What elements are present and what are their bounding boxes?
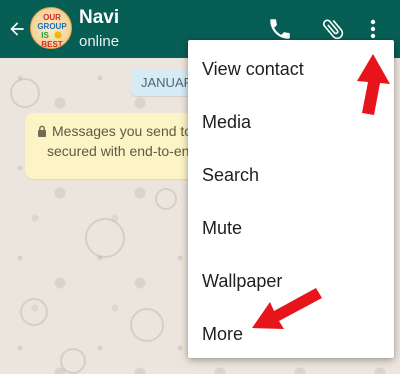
contact-name[interactable]: Navi — [79, 7, 119, 29]
avatar-text-is: IS — [41, 31, 49, 40]
contact-status: online — [79, 33, 120, 50]
wallpaper-doodle — [85, 218, 125, 258]
avatar-text-group: GROUP — [37, 22, 67, 31]
avatar[interactable]: OUR GROUP IS BEST — [30, 7, 72, 49]
lock-icon — [38, 125, 46, 137]
wallpaper-doodle — [20, 298, 48, 326]
annotation-arrow-up-icon — [357, 54, 390, 115]
paperclip-icon[interactable] — [320, 16, 346, 42]
encryption-notice-line1: Messages you send to — [52, 123, 193, 139]
wallpaper-doodle — [60, 348, 86, 374]
wallpaper-doodle — [155, 188, 177, 210]
menu-item-search[interactable]: Search — [188, 149, 394, 202]
phone-icon[interactable] — [267, 16, 293, 42]
wallpaper-doodle — [10, 78, 40, 108]
avatar-smiley-icon — [54, 31, 62, 39]
more-vertical-icon[interactable] — [361, 16, 385, 42]
avatar-text-our: OUR — [43, 13, 61, 22]
back-arrow-icon[interactable] — [7, 19, 27, 39]
avatar-text-best: BEST — [41, 40, 62, 49]
annotation-arrow-left-icon — [252, 288, 322, 329]
menu-item-mute[interactable]: Mute — [188, 202, 394, 255]
wallpaper-doodle — [130, 308, 164, 342]
